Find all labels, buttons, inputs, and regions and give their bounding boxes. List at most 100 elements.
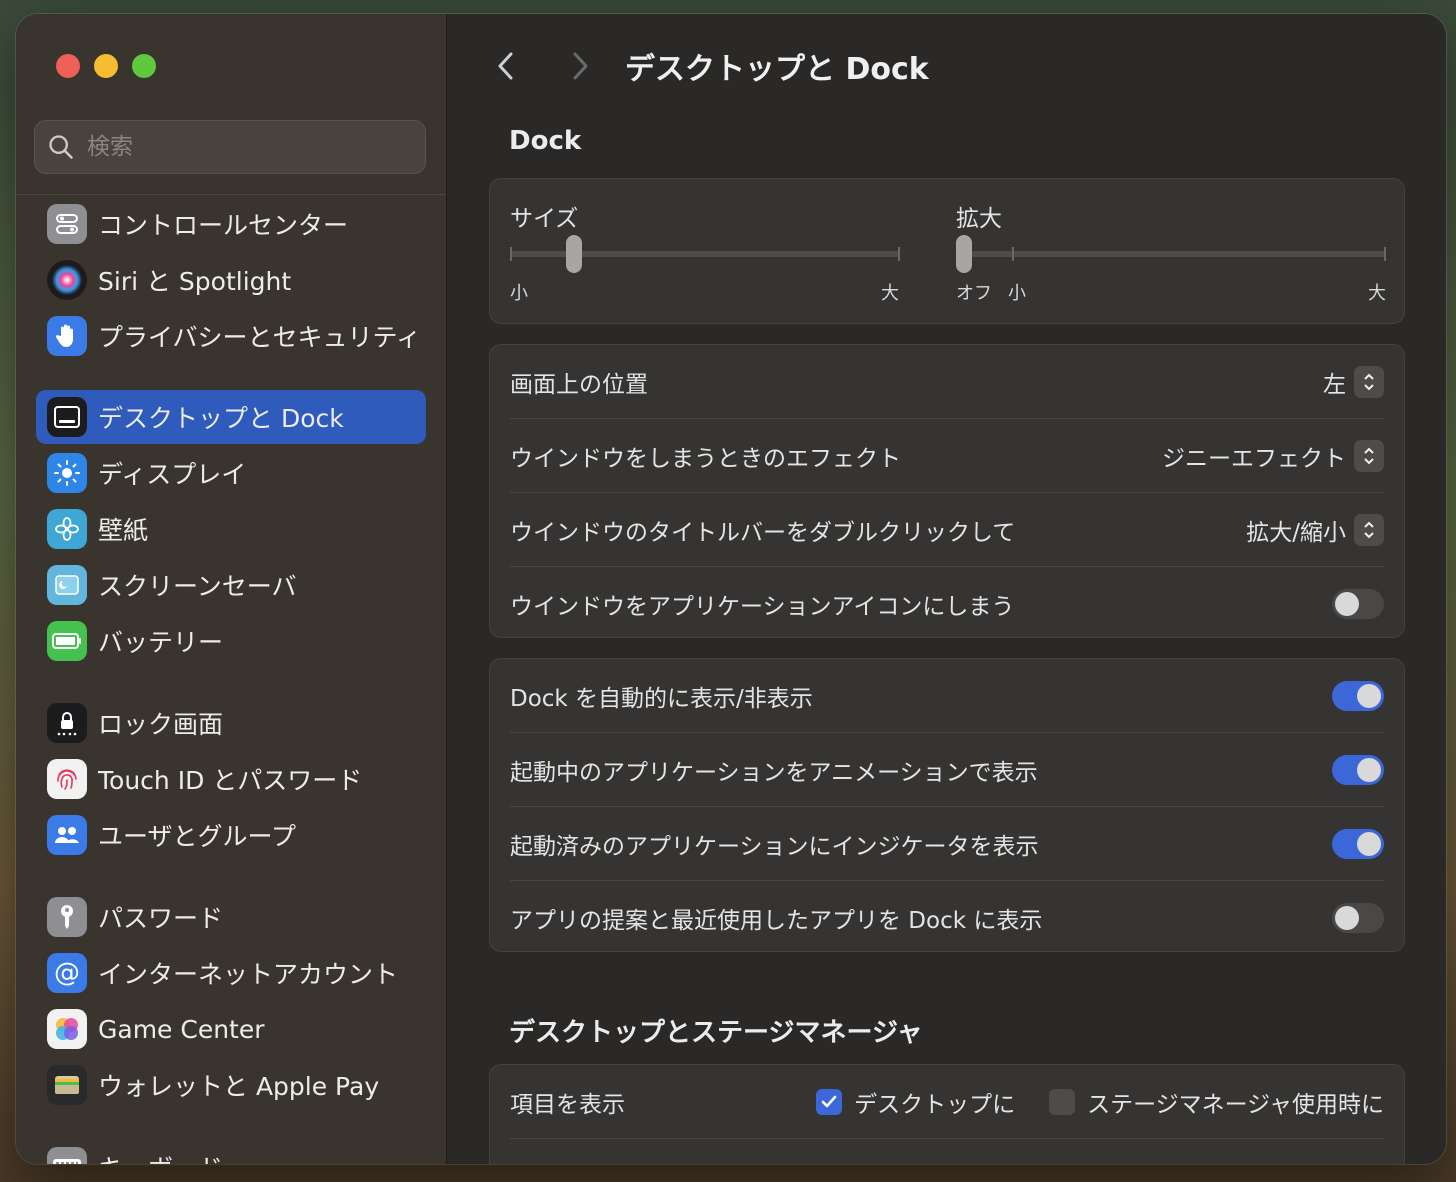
lock-icon	[47, 703, 87, 743]
double-click-popup[interactable]: 拡大/縮小	[1246, 513, 1384, 547]
sidebar-item-internet-accounts[interactable]: @ インターネットアカウント	[36, 946, 426, 1000]
sidebar-item-lock-screen[interactable]: ロック画面	[36, 696, 426, 750]
magnify-label: 拡大	[956, 206, 1002, 232]
double-click-row: ウインドウのタイトルバーをダブルクリックして 拡大/縮小	[510, 493, 1384, 567]
settings-window: コントロールセンター Siri と Spotlight プライバシーとセキュリテ…	[16, 14, 1446, 1164]
sidebar-item-label: ユーザとグループ	[98, 822, 297, 851]
sidebar-item-label: バッテリー	[98, 628, 224, 657]
sidebar-item-wallet[interactable]: ウォレットと Apple Pay	[36, 1058, 426, 1112]
chevron-updown-icon	[1354, 514, 1384, 546]
sidebar-item-privacy[interactable]: プライバシーとセキュリティ	[36, 309, 426, 363]
game-center-icon	[47, 1009, 87, 1049]
chevron-updown-icon	[1354, 440, 1384, 472]
sidebar: コントロールセンター Siri と Spotlight プライバシーとセキュリテ…	[16, 14, 447, 1164]
size-max-label: 大	[881, 283, 899, 304]
indicators-label: 起動済みのアプリケーションにインジケータを表示	[510, 834, 1039, 860]
position-value: 左	[1323, 372, 1346, 398]
stage-checkbox[interactable]	[1049, 1089, 1076, 1115]
sidebar-item-label: スクリーンセーバ	[98, 572, 297, 601]
sidebar-item-control-center[interactable]: コントロールセンター	[36, 197, 426, 251]
desktop-checkbox-group[interactable]: デスクトップに	[816, 1085, 1015, 1119]
stage-manager-card: 項目を表示 デスクトップに ステージマネージャ使用時に	[489, 1064, 1405, 1164]
sidebar-item-keyboard[interactable]: キーボード	[36, 1140, 426, 1164]
show-items-options: デスクトップに ステージマネージャ使用時に	[816, 1085, 1384, 1119]
magnify-min-label: 小	[1008, 283, 1026, 304]
toggle-knob	[1357, 832, 1381, 856]
size-min-label: 小	[510, 283, 528, 304]
page-title: デスクトップと Dock	[625, 52, 929, 87]
sidebar-item-screensaver[interactable]: スクリーンセーバ	[36, 558, 426, 612]
search-field[interactable]	[34, 120, 426, 174]
desktop-checkbox-label: デスクトップに	[854, 1092, 1016, 1118]
sidebar-item-label: コントロールセンター	[98, 211, 349, 240]
sun-icon	[47, 453, 87, 493]
sidebar-item-siri[interactable]: Siri と Spotlight	[36, 253, 426, 307]
sidebar-item-label: Siri と Spotlight	[98, 267, 292, 296]
sidebar-item-passwords[interactable]: パスワード	[36, 890, 426, 944]
minimize-effect-value: ジニーエフェクト	[1162, 446, 1346, 472]
sidebar-item-label: ウォレットと Apple Pay	[98, 1072, 380, 1101]
size-slider[interactable]	[510, 235, 900, 273]
position-popup[interactable]: 左	[1323, 365, 1384, 399]
sidebar-divider	[16, 194, 446, 195]
control-center-icon	[47, 204, 87, 244]
sidebar-item-desktop-dock[interactable]: デスクトップと Dock	[36, 390, 426, 444]
position-row: 画面上の位置 左	[510, 345, 1384, 419]
sidebar-item-touch-id[interactable]: Touch ID とパスワード	[36, 752, 426, 806]
magnify-slider-knob[interactable]	[956, 235, 972, 273]
minimize-effect-row: ウインドウをしまうときのエフェクト ジニーエフェクト	[510, 419, 1384, 493]
indicators-toggle[interactable]	[1332, 829, 1384, 859]
recents-label: アプリの提案と最近使用したアプリを Dock に表示	[510, 908, 1043, 934]
sidebar-item-battery[interactable]: バッテリー	[36, 614, 426, 668]
toggle-knob	[1357, 758, 1381, 782]
dock-options-card: Dock を自動的に表示/非表示 起動中のアプリケーションをアニメーションで表示…	[489, 658, 1405, 952]
wallet-icon	[47, 1065, 87, 1105]
size-label: サイズ	[510, 206, 579, 232]
position-label: 画面上の位置	[510, 372, 648, 398]
minimize-to-icon-row: ウインドウをアプリケーションアイコンにしまう	[510, 567, 1384, 641]
autohide-label: Dock を自動的に表示/非表示	[510, 686, 813, 712]
flower-icon	[47, 509, 87, 549]
recents-toggle[interactable]	[1332, 903, 1384, 933]
sidebar-item-label: パスワード	[98, 904, 224, 933]
sidebar-item-label: Game Center	[98, 1014, 265, 1044]
screensaver-icon	[47, 565, 87, 605]
size-slider-tick	[510, 247, 512, 261]
autohide-toggle[interactable]	[1332, 681, 1384, 711]
sidebar-item-label: キーボード	[98, 1149, 223, 1164]
sidebar-nav: コントロールセンター Siri と Spotlight プライバシーとセキュリテ…	[36, 196, 426, 1164]
stage-checkbox-group[interactable]: ステージマネージャ使用時に	[1049, 1085, 1384, 1119]
sidebar-item-wallpaper[interactable]: 壁紙	[36, 502, 426, 556]
search-input[interactable]	[85, 133, 409, 161]
desktop-checkbox[interactable]	[816, 1089, 843, 1115]
back-icon[interactable]	[491, 50, 523, 82]
sidebar-item-label: ロック画面	[98, 710, 224, 739]
search-icon	[49, 135, 73, 159]
minimize-button[interactable]	[94, 54, 118, 78]
at-icon: @	[47, 953, 87, 993]
minimize-to-icon-toggle[interactable]	[1332, 589, 1384, 619]
window-behavior-card: 画面上の位置 左 ウインドウをしまうときのエフェクト ジニーエフェクト ウインド…	[489, 344, 1405, 638]
main-pane: デスクトップと Dock Dock サイズ 小 大 拡大 オフ 小 大 画面上の…	[447, 14, 1446, 1164]
zoom-button[interactable]	[132, 54, 156, 78]
magnify-slider[interactable]	[956, 235, 1386, 273]
fingerprint-icon	[47, 759, 87, 799]
size-slider-knob[interactable]	[566, 235, 583, 273]
stage-checkbox-label: ステージマネージャ使用時に	[1087, 1092, 1384, 1118]
toggle-knob	[1357, 684, 1381, 708]
minimize-effect-label: ウインドウをしまうときのエフェクト	[510, 446, 901, 472]
magnify-slider-group: 拡大	[956, 199, 1386, 233]
dock-icon	[47, 397, 87, 437]
toggle-knob	[1335, 592, 1359, 616]
chevron-updown-icon	[1354, 366, 1384, 398]
recents-row: アプリの提案と最近使用したアプリを Dock に表示	[510, 881, 1384, 955]
minimize-effect-popup[interactable]: ジニーエフェクト	[1162, 439, 1384, 473]
forward-icon[interactable]	[563, 50, 595, 82]
sidebar-item-displays[interactable]: ディスプレイ	[36, 446, 426, 500]
close-button[interactable]	[56, 54, 80, 78]
animate-toggle[interactable]	[1332, 755, 1384, 785]
minimize-to-icon-label: ウインドウをアプリケーションアイコンにしまう	[510, 594, 1015, 620]
size-slider-group: サイズ	[510, 199, 900, 233]
sidebar-item-game-center[interactable]: Game Center	[36, 1002, 426, 1056]
sidebar-item-users[interactable]: ユーザとグループ	[36, 808, 426, 862]
